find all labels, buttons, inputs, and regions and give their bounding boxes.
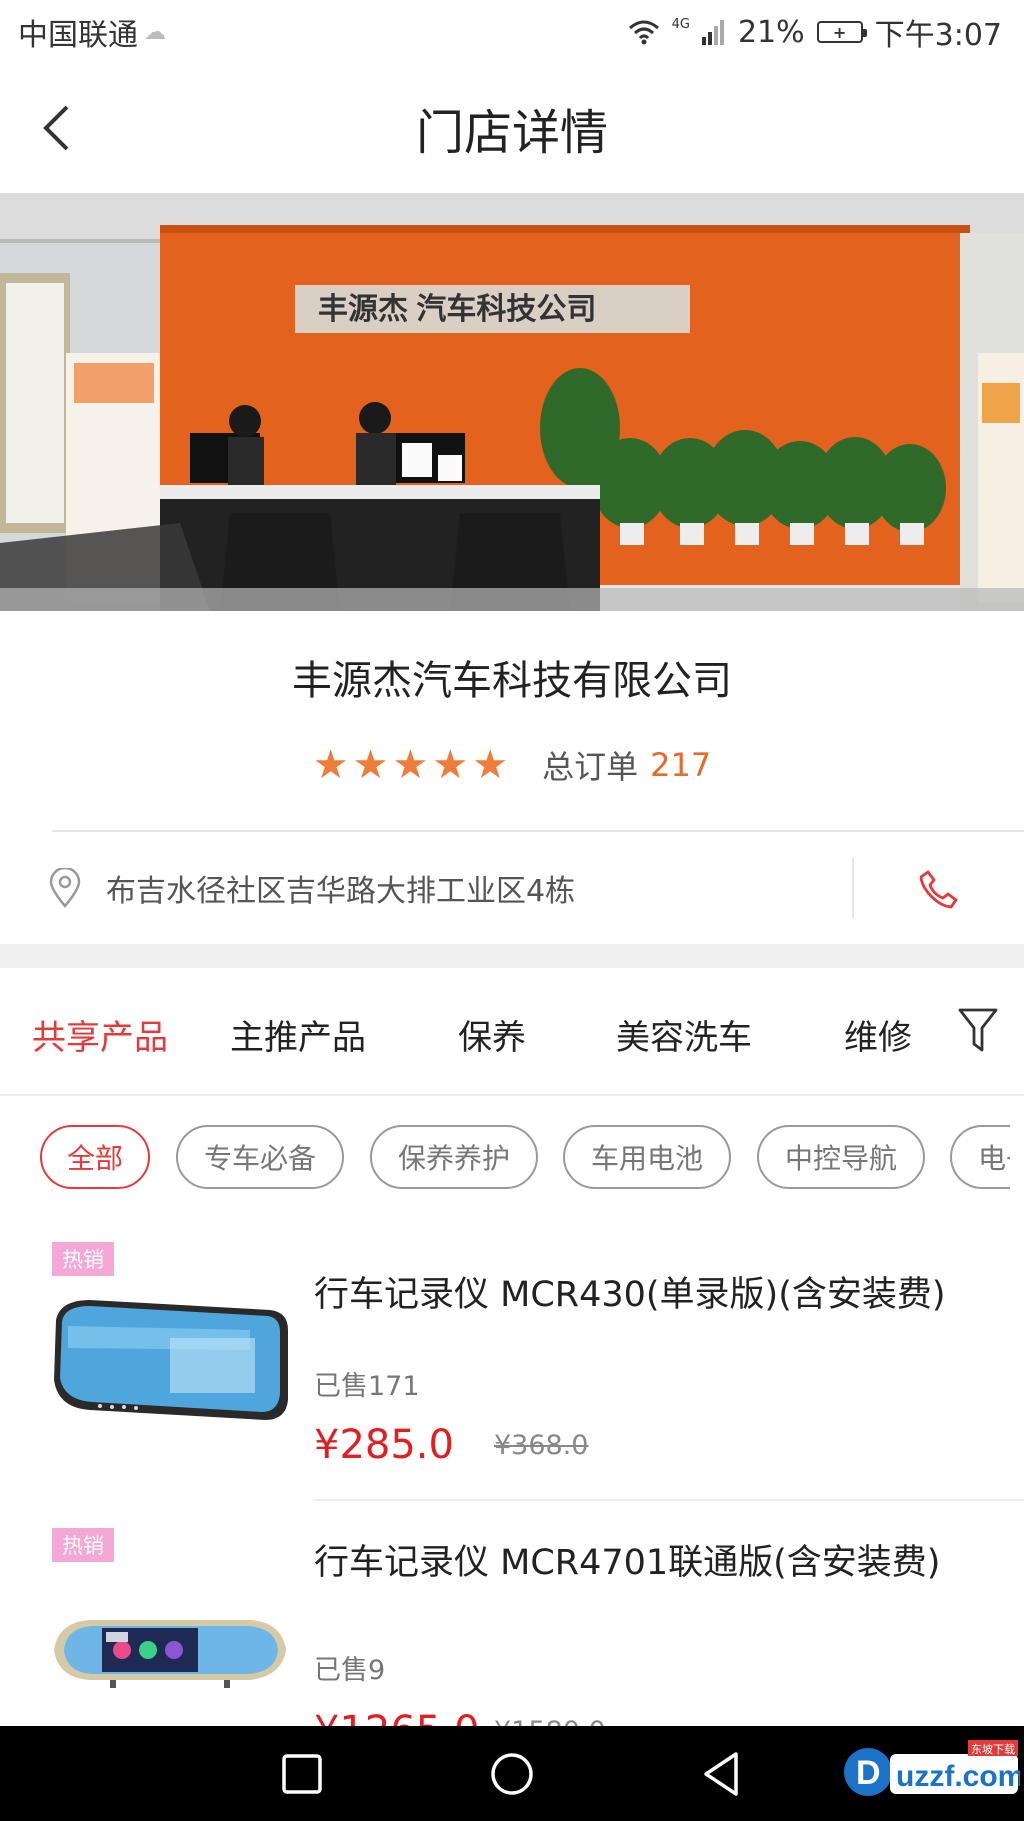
product-original-price: ¥368.0	[494, 1430, 589, 1461]
svg-text:东坡下载: 东坡下载	[971, 1743, 1015, 1756]
phone-icon[interactable]	[918, 868, 960, 910]
star-rating: ★ ★ ★ ★ ★	[313, 742, 508, 788]
network-type: 4G	[671, 16, 690, 32]
location-pin-icon	[49, 868, 81, 908]
site-watermark-logo: D uzzf.com 东坡下载	[844, 1740, 1020, 1796]
signal-icon	[701, 20, 724, 45]
tab-shared-products[interactable]: 共享产品	[32, 1010, 168, 1059]
hot-badge: 热销	[52, 1528, 114, 1562]
svg-text:D: D	[856, 1754, 881, 1792]
order-count: 217	[650, 746, 712, 784]
weather-icon: ☁	[144, 19, 166, 45]
chip-car-essentials[interactable]: 专车必备	[176, 1125, 344, 1189]
product-original-price: ¥1580.0	[494, 1716, 606, 1726]
home-icon[interactable]	[486, 1748, 538, 1800]
vertical-divider	[852, 858, 854, 918]
product-image	[54, 1300, 288, 1420]
tab-maintenance[interactable]: 保养	[458, 1010, 526, 1059]
svg-text:丰源杰 汽车科技公司: 丰源杰 汽车科技公司	[318, 292, 596, 326]
battery-percent: 21%	[737, 14, 805, 50]
star-icon: ★	[352, 742, 389, 788]
product-title: 行车记录仪 MCR4701联通版(含安装费)	[314, 1543, 941, 1583]
tab-repair[interactable]: 维修	[844, 1010, 912, 1059]
back-button[interactable]	[28, 100, 84, 156]
status-bar: 中国联通 ☁ 4G 21% + 下午3:07	[0, 0, 1024, 64]
status-right: 4G 21% + 下午3:07	[628, 10, 1002, 54]
order-label: 总订单	[542, 748, 639, 786]
product-price: ¥285.0	[314, 1422, 454, 1468]
store-name: 丰源杰汽车科技有限公司	[292, 658, 732, 704]
back-nav-icon[interactable]	[696, 1748, 748, 1800]
star-icon: ★	[432, 742, 469, 788]
product-sold-count: 已售9	[314, 1655, 386, 1686]
recent-apps-icon[interactable]	[276, 1748, 328, 1800]
star-icon: ★	[472, 742, 509, 788]
star-icon: ★	[392, 742, 429, 788]
product-sold-count: 已售171	[314, 1371, 420, 1402]
filter-icon[interactable]	[958, 1006, 998, 1054]
status-left: 中国联通 ☁	[18, 10, 166, 54]
product-item[interactable]: 热销 行车记录仪 MCR430(单录版)(含安装费) 已售171 ¥285.0 …	[0, 1230, 1024, 1500]
category-tabs: 共享产品 主推产品 保养 美容洗车 维修	[0, 968, 1024, 1096]
clock: 下午3:07	[874, 18, 1002, 53]
product-price: ¥1265.0	[314, 1708, 479, 1726]
nav-bar: 门店详情	[0, 64, 1024, 192]
product-image	[54, 1620, 286, 1688]
page-title: 门店详情	[415, 105, 608, 161]
product-item[interactable]: 热销 行车记录仪 MCR4701联通版(含安装费) 已售9 ¥1265.0 ¥1…	[0, 1500, 1024, 1726]
tab-beauty-wash[interactable]: 美容洗车	[616, 1010, 752, 1059]
battery-icon: +	[816, 21, 867, 43]
chip-car-battery[interactable]: 车用电池	[563, 1125, 731, 1189]
product-title: 行车记录仪 MCR430(单录版)(含安装费)	[314, 1275, 946, 1315]
store-photo: 丰源杰 汽车科技公司	[0, 193, 1024, 611]
svg-text:uzzf.com: uzzf.com	[896, 1760, 1020, 1793]
chip-central-nav[interactable]: 中控导航	[757, 1125, 925, 1189]
wifi-icon	[628, 20, 659, 45]
carrier-label: 中国联通	[18, 18, 138, 53]
rating-row: ★ ★ ★ ★ ★ 总订单 217	[0, 742, 1024, 788]
hot-badge: 热销	[52, 1242, 114, 1276]
chip-electronics[interactable]: 电子	[950, 1125, 1010, 1189]
address-row[interactable]: 布吉水径社区吉华路大排工业区4栋	[0, 832, 1024, 944]
chevron-left-icon	[43, 105, 69, 151]
star-icon: ★	[312, 742, 349, 788]
store-address: 布吉水径社区吉华路大排工业区4栋	[106, 874, 576, 909]
section-gap	[0, 944, 1024, 968]
tab-featured-products[interactable]: 主推产品	[230, 1010, 366, 1059]
chip-maintenance-care[interactable]: 保养养护	[370, 1125, 538, 1189]
chip-all[interactable]: 全部	[40, 1125, 150, 1189]
